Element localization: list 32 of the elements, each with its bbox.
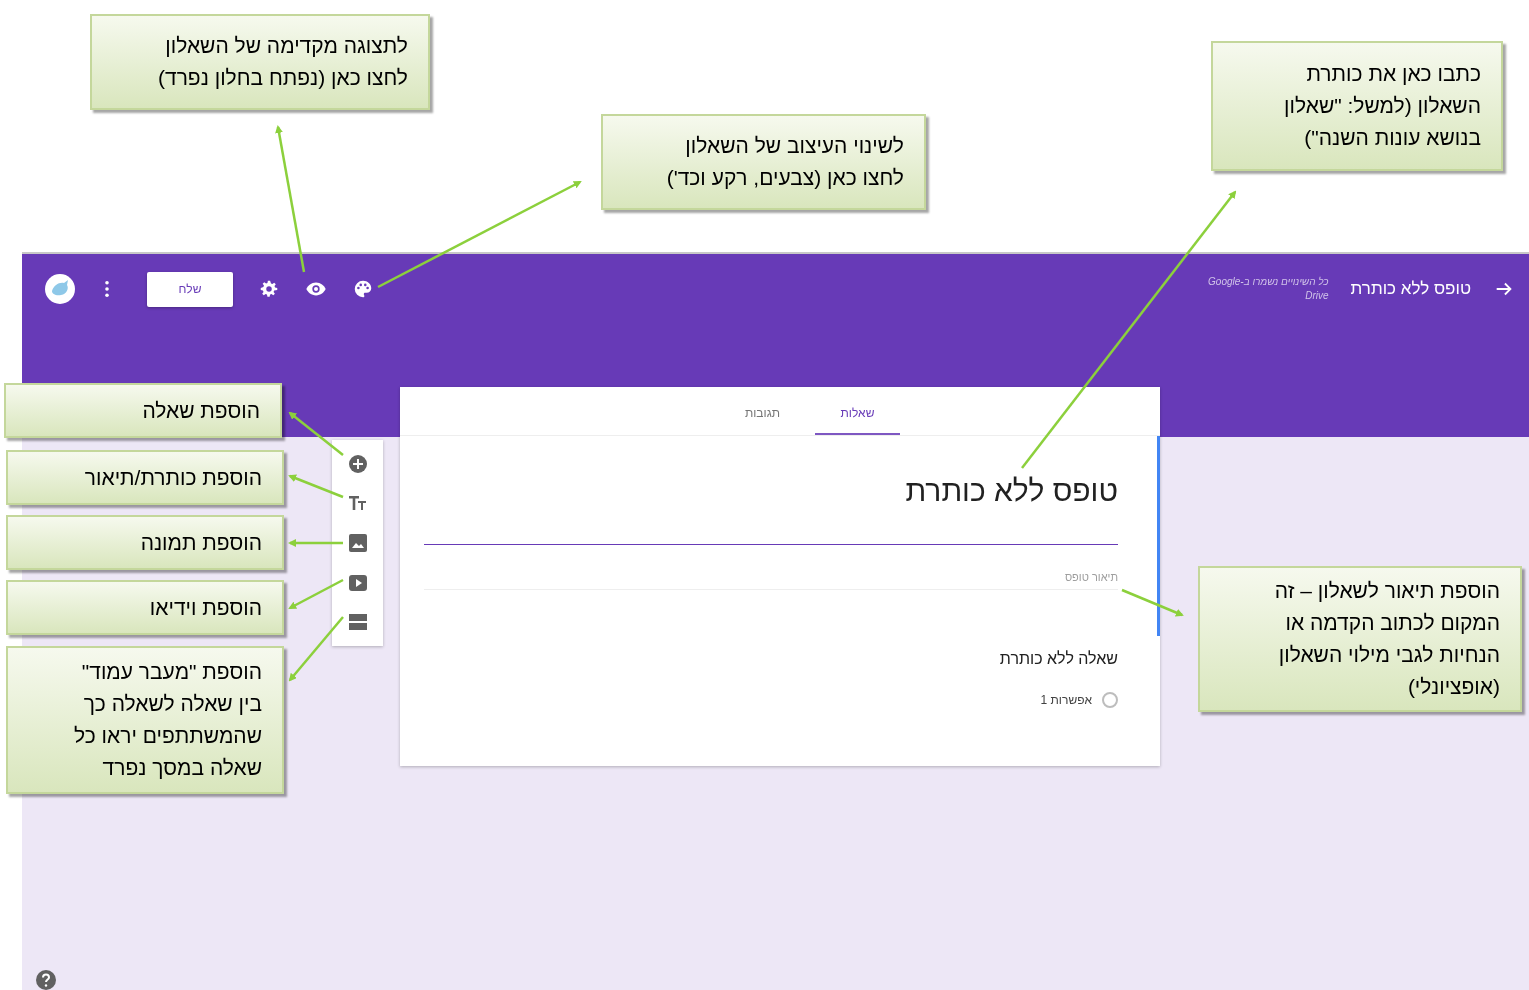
help-icon[interactable] <box>36 970 56 990</box>
callout-note: לשינוי העיצוב של השאלון לחצו כאן (צבעים, רקע וכד') <box>601 114 926 210</box>
image-icon[interactable] <box>347 533 368 553</box>
form-title: טופס ללא כותרת <box>1350 279 1471 299</box>
callout-note: הוספת תמונה <box>6 515 284 570</box>
pointer-arrow <box>288 539 343 547</box>
callout-note: לתצוגה מקדימה של השאלון לחצו כאן (נפתח בחלון נפרד) <box>90 14 430 110</box>
video-icon[interactable] <box>347 572 368 593</box>
callout-note: הוספת וידיאו <box>6 580 284 635</box>
callout-note: כתבו כאן את כותרת השאלון (למשל: "שאלון בנושא עונות השנה") <box>1211 41 1503 171</box>
pointer-arrow <box>1121 588 1184 617</box>
pointer-arrow <box>288 616 344 682</box>
palette-icon[interactable] <box>352 278 374 300</box>
send-button[interactable]: שלח <box>147 271 233 307</box>
option-label: אפשרות 1 <box>1040 693 1092 707</box>
section-icon[interactable] <box>347 612 368 633</box>
bird-avatar-icon[interactable] <box>44 273 76 305</box>
form-title-field[interactable]: טופס ללא כותרת <box>424 436 1118 545</box>
callout-note: הוספת "מעבר עמוד" בין שאלה לשאלה כך שהמשתתפים יראו כל שאלה במסך נפרד <box>6 646 284 794</box>
tab[interactable]: שאלות <box>815 387 900 435</box>
question-title[interactable]: שאלה ללא כותרת <box>424 650 1118 668</box>
more-menu-icon[interactable] <box>104 280 110 298</box>
settings-icon[interactable] <box>258 278 280 300</box>
add-circle-icon[interactable] <box>347 453 368 474</box>
pointer-arrow <box>288 578 344 610</box>
callout-note: הוספת שאלה <box>4 383 282 438</box>
tab[interactable]: תגובות <box>730 387 795 435</box>
callout-note: הוספת כותרת/תיאור <box>6 450 284 505</box>
pointer-arrow <box>288 474 344 499</box>
radio-button[interactable] <box>1102 692 1118 708</box>
pointer-arrow <box>288 411 344 456</box>
callout-note: הוספת תיאור לשאלון – זה המקום לכתוב הקדמה או הנחיות לגבי מילוי השאלון (אופציונלי) <box>1198 566 1522 712</box>
